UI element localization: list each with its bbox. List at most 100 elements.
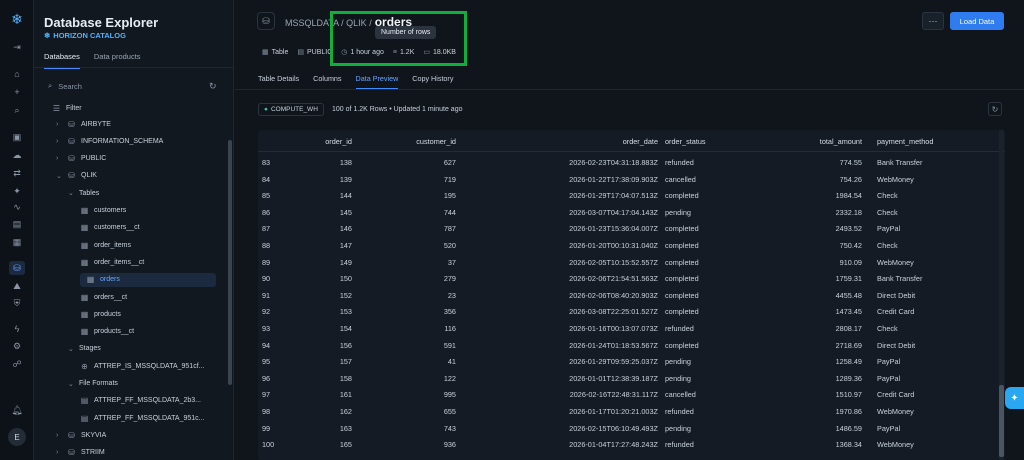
table-row[interactable]: 94 156 591 2026-01-24T01:18:53.567Z complete… bbox=[258, 337, 1005, 354]
table-row[interactable]: 85 144 195 2026-01-29T17:04:07.513Z complete… bbox=[258, 187, 1005, 204]
table-cell[interactable]: 2026-01-17T01:20:21.003Z bbox=[498, 407, 658, 416]
table-row[interactable]: 87 146 787 2026-01-23T15:36:04.007Z complete… bbox=[258, 220, 1005, 237]
table-cell[interactable]: 150 bbox=[298, 274, 352, 283]
chevron-right-icon[interactable]: › bbox=[56, 155, 62, 162]
table-row[interactable]: 83 138 627 2026-02-23T04:31:18.883Z refunded… bbox=[258, 154, 1005, 171]
table-cell[interactable]: WebMoney bbox=[877, 258, 977, 267]
table-cell[interactable]: 161 bbox=[298, 390, 352, 399]
table-row[interactable]: 99 163 743 2026-02-15T06:10:49.493Z pending 1… bbox=[258, 420, 1005, 437]
table-cell[interactable]: 23 bbox=[358, 291, 456, 300]
table-cell[interactable]: Check bbox=[877, 324, 977, 333]
tree-item[interactable]: ▦ orders bbox=[80, 272, 216, 287]
table-cell[interactable]: 655 bbox=[358, 407, 456, 416]
table-cell[interactable]: completed bbox=[665, 191, 745, 200]
monitoring-icon[interactable]: ∿ bbox=[9, 200, 25, 214]
table-cell[interactable]: 149 bbox=[298, 258, 352, 267]
table-cell[interactable]: 2808.17 bbox=[778, 324, 862, 333]
tree-item[interactable]: ▦ customers__ct bbox=[80, 221, 140, 235]
tree-item[interactable]: ▦ order_items bbox=[80, 238, 131, 252]
table-cell[interactable]: cancelled bbox=[665, 390, 745, 399]
table-cell[interactable]: pending bbox=[665, 208, 745, 217]
tree-item[interactable]: › ⛁ STRIIM bbox=[56, 446, 105, 460]
table-cell[interactable]: 743 bbox=[358, 424, 456, 433]
table-cell[interactable]: 2026-03-08T22:25:01.527Z bbox=[498, 307, 658, 316]
table-cell[interactable]: 195 bbox=[358, 191, 456, 200]
tab-table-details[interactable]: Table Details bbox=[258, 74, 299, 90]
table-cell[interactable]: pending bbox=[665, 374, 745, 383]
table-row[interactable]: 90 150 279 2026-02-06T21:54:51.563Z complete… bbox=[258, 270, 1005, 287]
table-cell[interactable]: 2026-01-29T17:04:07.513Z bbox=[498, 191, 658, 200]
create-icon[interactable]: + bbox=[9, 85, 25, 99]
table-cell[interactable]: refunded bbox=[665, 407, 745, 416]
apps-icon[interactable]: ▦ bbox=[9, 235, 25, 249]
tree-item[interactable]: › ⛁ INFORMATION_SCHEMA bbox=[56, 134, 163, 148]
table-cell[interactable]: 787 bbox=[358, 224, 456, 233]
tree-item[interactable]: ⌄ File Formats bbox=[68, 377, 118, 391]
table-cell[interactable]: 138 bbox=[298, 158, 352, 167]
table-row[interactable]: 95 157 41 2026-01-29T09:59:25.037Z pending 12… bbox=[258, 353, 1005, 370]
table-cell[interactable]: 279 bbox=[358, 274, 456, 283]
snowflake-logo-icon[interactable]: ❄ bbox=[9, 11, 25, 27]
table-cell[interactable]: Check bbox=[877, 191, 977, 200]
marketplace-icon[interactable]: ▤ bbox=[9, 217, 25, 231]
tree-item[interactable]: ⌄ ⛁ QLIK bbox=[56, 169, 97, 183]
chevron-down-icon[interactable]: ⌄ bbox=[68, 380, 74, 388]
table-cell[interactable]: pending bbox=[665, 424, 745, 433]
governance-icon[interactable]: ⛨ bbox=[9, 296, 25, 310]
table-cell[interactable]: 1258.49 bbox=[778, 357, 862, 366]
table-cell[interactable]: 591 bbox=[358, 341, 456, 350]
home-icon[interactable]: ⌂ bbox=[9, 67, 25, 81]
tree-item[interactable]: ⌄ Tables bbox=[68, 186, 99, 200]
table-cell[interactable]: 1759.31 bbox=[778, 274, 862, 283]
refresh-preview-button[interactable]: ↻ bbox=[988, 102, 1002, 116]
tree-item[interactable]: ▤ ATTREP_FF_MSSQLDATA_2b3... bbox=[80, 394, 201, 408]
table-cell[interactable]: 2332.18 bbox=[778, 208, 862, 217]
table-cell[interactable]: 157 bbox=[298, 357, 352, 366]
table-cell[interactable]: completed bbox=[665, 224, 745, 233]
tree-item[interactable]: ▦ products__ct bbox=[80, 325, 134, 339]
table-cell[interactable]: Direct Debit bbox=[877, 341, 977, 350]
chevron-right-icon[interactable]: › bbox=[56, 432, 62, 439]
table-cell[interactable]: 754.26 bbox=[778, 175, 862, 184]
table-cell[interactable]: 2026-02-16T22:48:31.117Z bbox=[498, 390, 658, 399]
grid-scrollbar[interactable] bbox=[999, 130, 1004, 460]
notifications-icon[interactable]: 🔔︎ bbox=[9, 403, 25, 417]
refresh-icon[interactable]: ↻ bbox=[209, 81, 217, 92]
tree-item[interactable]: ▦ orders__ct bbox=[80, 290, 127, 304]
explorer-search[interactable]: ⌕ Search bbox=[48, 81, 82, 91]
table-cell[interactable]: Check bbox=[877, 241, 977, 250]
table-cell[interactable]: 910.09 bbox=[778, 258, 862, 267]
table-cell[interactable]: 154 bbox=[298, 324, 352, 333]
chevron-down-icon[interactable]: ⌄ bbox=[68, 189, 74, 197]
table-cell[interactable]: 719 bbox=[358, 175, 456, 184]
table-cell[interactable]: Direct Debit bbox=[877, 291, 977, 300]
more-actions-button[interactable]: ··· bbox=[922, 12, 944, 30]
table-cell[interactable]: completed bbox=[665, 341, 745, 350]
table-cell[interactable]: 2026-01-24T01:18:53.567Z bbox=[498, 341, 658, 350]
column-header[interactable]: payment_method bbox=[877, 137, 977, 146]
chevron-down-icon[interactable]: ⌄ bbox=[68, 345, 74, 353]
table-cell[interactable]: 936 bbox=[358, 440, 456, 449]
table-cell[interactable]: 165 bbox=[298, 440, 352, 449]
table-cell[interactable]: 1984.54 bbox=[778, 191, 862, 200]
table-cell[interactable]: completed bbox=[665, 274, 745, 283]
projects-icon[interactable]: ▣ bbox=[9, 130, 25, 144]
table-cell[interactable]: completed bbox=[665, 241, 745, 250]
table-cell[interactable]: refunded bbox=[665, 324, 745, 333]
load-data-button[interactable]: Load Data bbox=[950, 12, 1004, 30]
user-avatar[interactable]: E bbox=[8, 428, 26, 446]
table-cell[interactable]: Check bbox=[877, 208, 977, 217]
connections-icon[interactable]: ϟ bbox=[9, 322, 25, 336]
table-row[interactable]: 86 145 744 2026-03-07T04:17:04.143Z pending 2… bbox=[258, 204, 1005, 221]
filter-button[interactable]: ☰ Filter bbox=[52, 101, 82, 115]
table-cell[interactable]: 744 bbox=[358, 208, 456, 217]
tab-data-preview[interactable]: Data Preview bbox=[355, 74, 399, 90]
table-cell[interactable]: 2026-02-05T10:15:52.557Z bbox=[498, 258, 658, 267]
column-header[interactable]: total_amount bbox=[778, 137, 862, 146]
tree-item[interactable]: ⌄ Stages bbox=[68, 342, 101, 356]
table-cell[interactable]: WebMoney bbox=[877, 407, 977, 416]
table-cell[interactable]: 139 bbox=[298, 175, 352, 184]
table-cell[interactable]: refunded bbox=[665, 158, 745, 167]
tree-item[interactable]: ▦ order_items__ct bbox=[80, 255, 144, 269]
table-cell[interactable]: cancelled bbox=[665, 175, 745, 184]
